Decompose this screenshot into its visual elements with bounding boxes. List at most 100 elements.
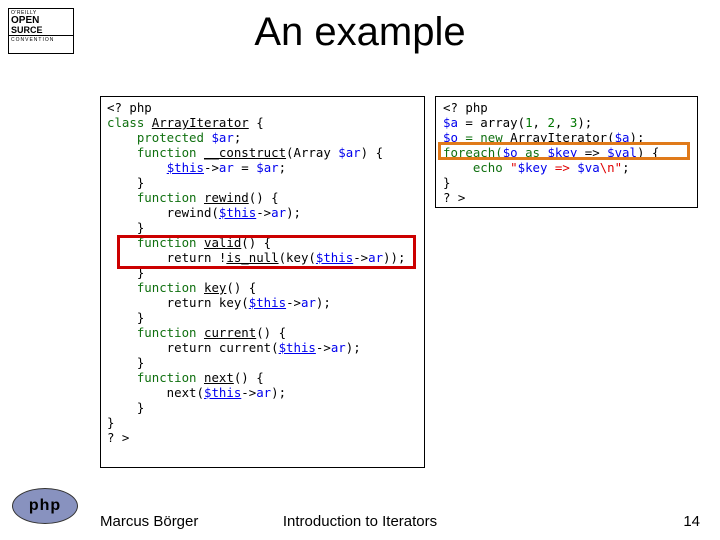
t: ->	[286, 295, 301, 310]
footer-title: Introduction to Iterators	[0, 513, 720, 530]
t: }	[107, 415, 114, 430]
t: $va	[577, 160, 599, 175]
t: ->	[353, 250, 368, 265]
t: );	[286, 205, 301, 220]
t: $o	[503, 145, 518, 160]
t: $this	[219, 205, 256, 220]
t: $ar	[211, 130, 233, 145]
t: <?	[443, 100, 465, 115]
t: ));	[383, 250, 405, 265]
t: (key(	[279, 250, 316, 265]
t: ? >	[443, 190, 465, 205]
t: "	[510, 160, 517, 175]
t: $o	[443, 130, 458, 145]
t	[107, 160, 167, 175]
t: foreach(	[443, 145, 503, 160]
t: $a	[443, 115, 458, 130]
t: current	[204, 325, 256, 340]
t: $key	[518, 160, 548, 175]
slide: O'REILLY OPEN SURCE CONVENTION An exampl…	[0, 0, 720, 540]
t: $val	[607, 145, 637, 160]
t: =>	[547, 160, 577, 175]
t: ar	[271, 205, 286, 220]
t: ar	[368, 250, 383, 265]
t: $this	[204, 385, 241, 400]
t: () {	[234, 370, 264, 385]
t: __construct	[204, 145, 286, 160]
t: =	[234, 160, 256, 175]
t: }	[443, 175, 450, 190]
t: as	[518, 145, 548, 160]
t: $this	[316, 250, 353, 265]
t: protected	[107, 130, 211, 145]
t: = array(	[458, 115, 525, 130]
t: ;	[279, 160, 286, 175]
t: }	[107, 400, 144, 415]
t: ;	[622, 160, 629, 175]
t: is_null	[226, 250, 278, 265]
t: =>	[577, 145, 607, 160]
t: ar	[256, 385, 271, 400]
t: = new	[458, 130, 510, 145]
t: ar	[331, 340, 346, 355]
code-block-left: <? php class ArrayIterator { protected $…	[100, 96, 425, 468]
t: function	[107, 235, 204, 250]
slide-title: An example	[0, 10, 720, 55]
t: function	[107, 280, 204, 295]
t: ar	[219, 160, 234, 175]
t: <?	[107, 100, 129, 115]
t: ArrayIterator	[510, 130, 607, 145]
t: key	[204, 280, 226, 295]
t: );	[271, 385, 286, 400]
t: );	[316, 295, 331, 310]
t: $a	[615, 130, 630, 145]
t: $ar	[256, 160, 278, 175]
t: }	[107, 175, 144, 190]
t: return current(	[107, 340, 279, 355]
t: 2	[547, 115, 554, 130]
t: return !	[107, 250, 226, 265]
t: next	[204, 370, 234, 385]
t: function	[107, 370, 204, 385]
footer-page-number: 14	[683, 513, 700, 530]
code-block-right: <? php $a = array(1, 2, 3); $o = new Arr…	[435, 96, 698, 208]
t: ->	[316, 340, 331, 355]
t: }	[107, 355, 144, 370]
t: (Array	[286, 145, 338, 160]
t: );	[577, 115, 592, 130]
t: $this	[279, 340, 316, 355]
t: ? >	[107, 430, 129, 445]
t: rewind(	[107, 205, 219, 220]
t: ) {	[637, 145, 659, 160]
t: next(	[107, 385, 204, 400]
t: }	[107, 220, 144, 235]
t: ar	[301, 295, 316, 310]
t: ArrayIterator	[152, 115, 249, 130]
t: () {	[249, 190, 279, 205]
t: rewind	[204, 190, 249, 205]
t: \n"	[600, 160, 622, 175]
t: class	[107, 115, 152, 130]
t: );	[630, 130, 645, 145]
t: }	[107, 310, 144, 325]
t: function	[107, 325, 204, 340]
t: () {	[256, 325, 286, 340]
t: php	[465, 100, 487, 115]
t: ->	[241, 385, 256, 400]
t: }	[107, 265, 144, 280]
t: valid	[204, 235, 241, 250]
t: () {	[241, 235, 271, 250]
t: {	[249, 115, 264, 130]
t: php	[129, 100, 151, 115]
t: ->	[204, 160, 219, 175]
t: function	[107, 145, 204, 160]
t: $ar	[338, 145, 360, 160]
t: ,	[555, 115, 570, 130]
t: ;	[234, 130, 241, 145]
t: (	[607, 130, 614, 145]
t: ,	[533, 115, 548, 130]
t: 1	[525, 115, 532, 130]
t: () {	[226, 280, 256, 295]
t: );	[346, 340, 361, 355]
t: $this	[167, 160, 204, 175]
